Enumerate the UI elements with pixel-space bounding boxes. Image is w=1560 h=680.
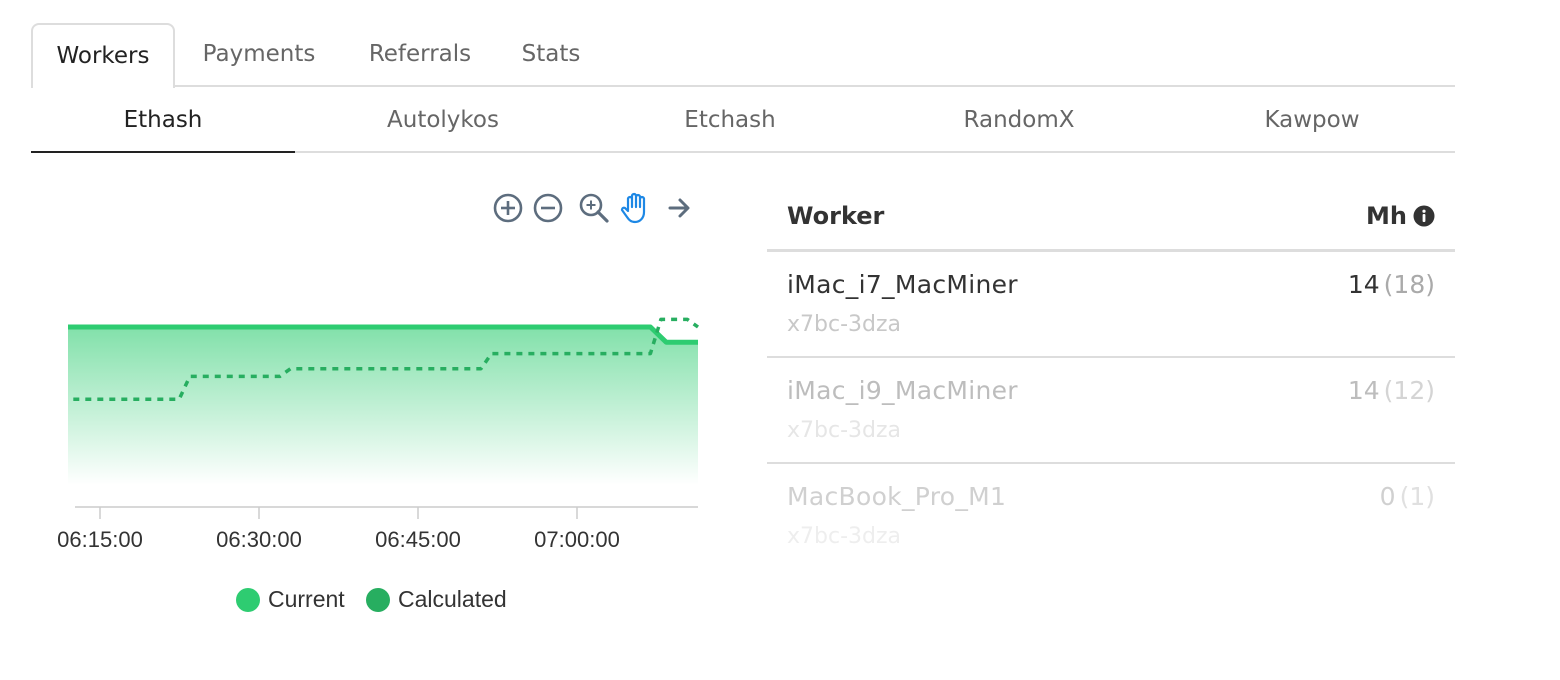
- zoom-in-icon[interactable]: [490, 190, 526, 226]
- x-tick-label: 06:30:00: [216, 527, 302, 552]
- tab-kawpow[interactable]: Kawpow: [1197, 88, 1427, 153]
- worker-hashrate-calculated: (18): [1383, 270, 1435, 299]
- table-header: Worker Mh: [767, 182, 1455, 252]
- hashrate-chart: 06:15:00 06:30:00 06:45:00 07:00:00: [40, 290, 720, 580]
- worker-hashrate-current: 0: [1379, 482, 1396, 511]
- chart-toolbar: [490, 190, 700, 226]
- legend-current[interactable]: Current: [236, 584, 356, 614]
- tab-autolykos[interactable]: Autolykos: [329, 88, 557, 153]
- worker-name[interactable]: iMac_i7_MacMiner: [787, 270, 1018, 299]
- selection-zoom-icon[interactable]: [576, 190, 612, 226]
- worker-name[interactable]: iMac_i9_MacMiner: [787, 376, 1018, 405]
- column-header-mh[interactable]: Mh: [1366, 202, 1435, 230]
- worker-hashrate-calculated: (12): [1383, 376, 1435, 405]
- column-header-mh-label: Mh: [1366, 202, 1407, 230]
- legend-current-label: Current: [268, 586, 345, 612]
- legend-calculated[interactable]: Calculated: [366, 584, 516, 614]
- worker-hashrate: 14 (18): [1348, 270, 1435, 299]
- x-tick-label: 06:45:00: [375, 527, 461, 552]
- worker-hashrate: 14 (12): [1348, 376, 1435, 405]
- info-icon[interactable]: [1413, 205, 1435, 227]
- worker-id: x7bc-3dza: [787, 524, 902, 549]
- x-tick-label: 07:00:00: [534, 527, 620, 552]
- worker-hashrate-calculated: (1): [1399, 482, 1435, 511]
- worker-hashrate-current: 14: [1347, 376, 1380, 405]
- tab-etchash[interactable]: Etchash: [621, 88, 839, 153]
- top-tab-bar: Workers Payments Referrals Stats: [31, 23, 1455, 88]
- worker-hashrate-current: 14: [1347, 270, 1380, 299]
- tab-payments[interactable]: Payments: [191, 23, 327, 87]
- tab-workers[interactable]: Workers: [31, 23, 175, 88]
- legend-calculated-label: Calculated: [398, 586, 507, 612]
- series-current-area: [68, 327, 698, 485]
- hashrate-chart-svg: 06:15:00 06:30:00 06:45:00 07:00:00: [57, 317, 700, 552]
- pan-hand-icon[interactable]: [618, 190, 654, 226]
- legend-current-dot: [236, 588, 260, 612]
- reset-arrow-icon[interactable]: [662, 190, 698, 226]
- tab-stats[interactable]: Stats: [513, 23, 589, 87]
- table-row[interactable]: MacBook_Pro_M1 x7bc-3dza 0 (1): [767, 464, 1455, 570]
- algorithm-tab-bar: Ethash Autolykos Etchash RandomX Kawpow: [31, 88, 1455, 153]
- tab-referrals[interactable]: Referrals: [357, 23, 483, 87]
- worker-id: x7bc-3dza: [787, 418, 902, 443]
- x-tick-label: 06:15:00: [57, 527, 143, 552]
- table-row[interactable]: iMac_i9_MacMiner x7bc-3dza 14 (12): [767, 358, 1455, 464]
- worker-name[interactable]: MacBook_Pro_M1: [787, 482, 1006, 511]
- legend-calculated-dot: [366, 588, 390, 612]
- zoom-out-icon[interactable]: [530, 190, 566, 226]
- tab-randomx[interactable]: RandomX: [909, 88, 1129, 153]
- worker-hashrate: 0 (1): [1380, 482, 1435, 511]
- column-header-worker[interactable]: Worker: [787, 202, 884, 230]
- worker-id: x7bc-3dza: [787, 312, 902, 337]
- workers-table: Worker Mh iMac_i7_MacMiner x7bc-3dza 14 (18…: [767, 182, 1455, 570]
- tab-ethash[interactable]: Ethash: [31, 88, 295, 153]
- table-row[interactable]: iMac_i7_MacMiner x7bc-3dza 14 (18): [767, 252, 1455, 358]
